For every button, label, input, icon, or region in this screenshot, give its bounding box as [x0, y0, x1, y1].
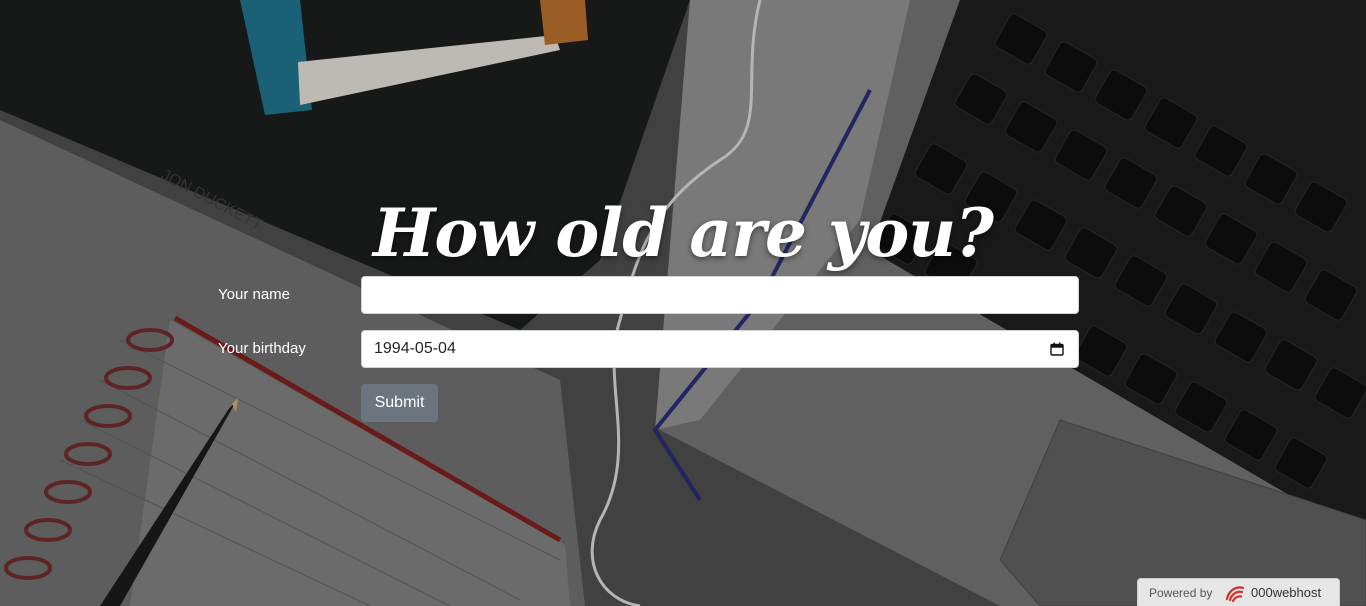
name-input[interactable] — [361, 276, 1079, 314]
birthday-row: Your birthday 1994-05-04 — [218, 330, 1079, 368]
birthday-label: Your birthday — [218, 340, 306, 357]
hosting-badge[interactable]: Powered by 000webhost — [1137, 578, 1340, 606]
calendar-icon[interactable] — [1050, 342, 1064, 356]
submit-button[interactable]: Submit — [361, 384, 438, 422]
name-row: Your name — [218, 276, 1079, 314]
powered-by-text: Powered by — [1149, 586, 1213, 600]
000webhost-logo-icon — [1225, 586, 1245, 603]
name-label: Your name — [218, 286, 290, 303]
page-title: How old are you? — [373, 194, 994, 273]
birthday-value: 1994-05-04 — [374, 340, 456, 357]
birthday-date-input[interactable]: 1994-05-04 — [361, 330, 1079, 368]
brand-name: 000webhost — [1251, 585, 1322, 600]
